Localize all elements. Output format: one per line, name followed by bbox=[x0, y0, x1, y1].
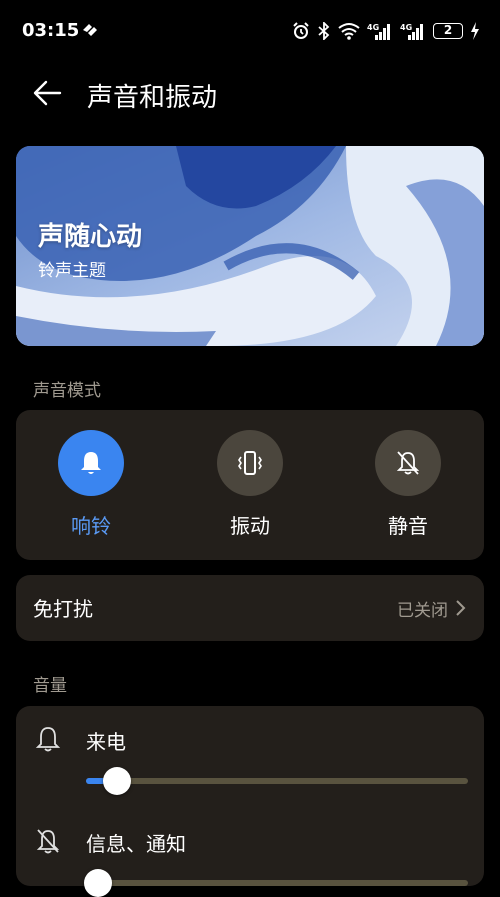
signal-4g-icon: 4G bbox=[367, 23, 390, 40]
mode-ring[interactable]: 响铃 bbox=[36, 430, 146, 539]
app-bar: 声音和振动 bbox=[0, 62, 500, 124]
dnd-status: 已关闭 bbox=[397, 601, 448, 621]
notification-icon bbox=[83, 24, 97, 36]
dnd-label: 免打扰 bbox=[33, 597, 93, 621]
svg-text:4G: 4G bbox=[367, 23, 379, 32]
ringtone-theme-banner[interactable]: 声随心动 铃声主题 bbox=[16, 146, 484, 346]
bluetooth-icon bbox=[318, 22, 330, 40]
mode-silent-label: 静音 bbox=[388, 514, 428, 538]
status-time: 03:15 bbox=[22, 20, 80, 41]
slider-thumb[interactable] bbox=[84, 869, 112, 897]
volume-section-label: 音量 bbox=[33, 676, 67, 696]
sound-mode-card: 响铃 振动 静音 bbox=[16, 410, 484, 560]
sound-mode-section-label: 声音模式 bbox=[33, 381, 101, 401]
mode-silent[interactable]: 静音 bbox=[353, 430, 463, 539]
banner-title: 声随心动 bbox=[38, 222, 143, 252]
bell-off-icon bbox=[36, 829, 60, 854]
page-title: 声音和振动 bbox=[87, 83, 218, 113]
mode-silent-button[interactable] bbox=[375, 430, 441, 496]
incoming-call-volume-slider[interactable] bbox=[86, 767, 468, 795]
notification-volume-label: 信息、通知 bbox=[86, 832, 186, 856]
notification-volume-slider[interactable] bbox=[84, 869, 468, 897]
battery-icon: 2 bbox=[433, 23, 463, 39]
mode-vibrate-button[interactable] bbox=[217, 430, 283, 496]
status-bar: 03:15 4G 4G 2 bbox=[0, 0, 500, 62]
incoming-call-volume-label: 来电 bbox=[86, 730, 126, 754]
mode-ring-label: 响铃 bbox=[71, 514, 111, 538]
status-icons: 4G 4G 2 bbox=[292, 20, 480, 42]
bell-icon bbox=[81, 452, 101, 474]
mode-vibrate[interactable]: 振动 bbox=[195, 430, 305, 539]
slider-thumb[interactable] bbox=[103, 767, 131, 795]
dnd-row[interactable]: 免打扰 已关闭 bbox=[16, 575, 484, 641]
charging-icon bbox=[471, 22, 479, 40]
svg-text:4G: 4G bbox=[400, 23, 412, 32]
mode-ring-button[interactable] bbox=[58, 430, 124, 496]
vibrate-icon bbox=[238, 451, 262, 475]
alarm-icon bbox=[293, 22, 309, 39]
wifi-icon bbox=[338, 23, 360, 40]
mode-vibrate-label: 振动 bbox=[230, 514, 270, 538]
back-arrow-icon[interactable] bbox=[30, 76, 64, 110]
signal-4g-icon: 4G bbox=[400, 23, 423, 40]
chevron-right-icon bbox=[456, 600, 466, 616]
bell-off-icon bbox=[396, 451, 420, 475]
banner-subtitle: 铃声主题 bbox=[38, 261, 106, 281]
bell-icon bbox=[35, 727, 61, 752]
volume-card: 来电 信息、通知 bbox=[16, 706, 484, 897]
